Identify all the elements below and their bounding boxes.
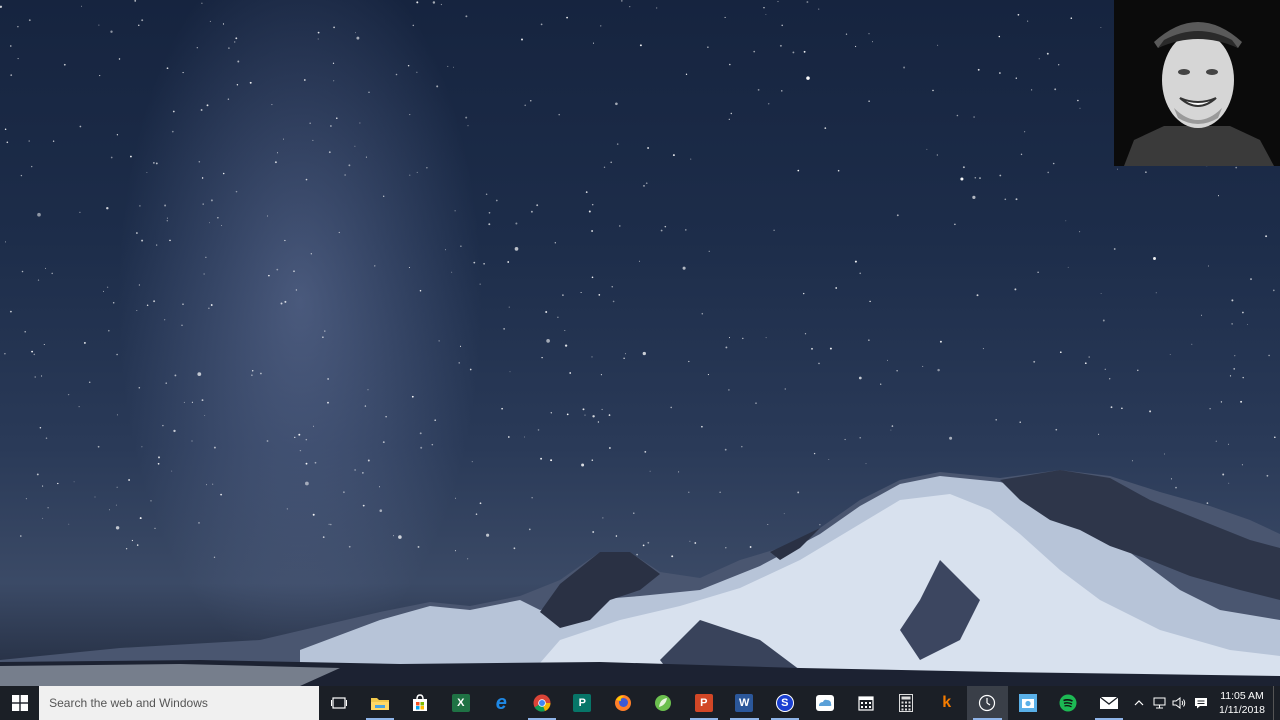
store-bag-icon [413,694,428,711]
k-app-button[interactable]: k [927,686,968,720]
system-tray: 11:05 AM 1/11/2018 [1129,686,1280,720]
search-input[interactable]: Search the web and Windows [39,686,319,720]
windows-logo-icon [11,695,28,711]
onedrive-button[interactable] [805,686,846,720]
snagit-button[interactable]: S [765,686,806,720]
calculator-icon [899,694,914,712]
edge-icon: e [495,691,507,714]
clock-date: 1/11/2018 [1219,704,1265,716]
speaker-icon [1172,697,1186,709]
clock-time: 11:05 AM [1220,690,1264,702]
taskbar-clock[interactable]: 11:05 AM 1/11/2018 [1213,689,1271,717]
task-view-icon [331,697,348,709]
network-icon [1153,697,1166,709]
photos-icon [1018,694,1037,712]
publisher-button[interactable]: P [562,686,603,720]
snagit-icon: S [775,694,794,712]
word-button[interactable]: W [724,686,765,720]
powerpoint-icon: P [694,694,713,712]
stopwatch-icon [979,694,996,712]
clock-app-button[interactable] [967,686,1008,720]
taskbar: Search the web and Windows X e P P W S k… [0,686,1280,720]
calendar-icon [858,696,874,711]
mail-envelope-icon [1099,696,1119,709]
start-button[interactable] [0,686,39,720]
firefox-button[interactable] [603,686,644,720]
notification-icon [1195,698,1207,709]
action-center-button[interactable] [1189,686,1213,720]
person-photo [1114,0,1280,166]
show-desktop-button[interactable] [1273,686,1280,720]
chrome-button[interactable] [522,686,563,720]
calendar-button[interactable] [846,686,887,720]
firefox-icon [614,695,631,711]
publisher-icon: P [573,694,592,712]
powerpoint-button[interactable]: P [684,686,725,720]
excel-button[interactable]: X [441,686,482,720]
mail-button[interactable] [1089,686,1130,720]
mountain-range [0,470,1280,686]
excel-icon: X [451,694,470,712]
webcam-overlay [1114,0,1280,166]
volume-button[interactable] [1169,686,1189,720]
word-icon: W [735,694,754,712]
cloud-icon [816,695,835,711]
search-placeholder: Search the web and Windows [49,696,208,710]
chevron-up-icon [1134,700,1144,706]
calculator-button[interactable] [886,686,927,720]
folder-icon [370,698,389,710]
task-view-button[interactable] [319,686,360,720]
file-explorer-button[interactable] [360,686,401,720]
spotify-icon [1059,694,1077,712]
green-leaf-icon [655,695,672,711]
edge-button[interactable]: e [481,686,522,720]
store-button[interactable] [400,686,441,720]
photos-button[interactable] [1008,686,1049,720]
green-app-button[interactable] [643,686,684,720]
spotify-button[interactable] [1048,686,1089,720]
k-app-icon: k [942,694,952,711]
network-button[interactable] [1149,686,1169,720]
chrome-icon [533,694,551,712]
show-hidden-icons-button[interactable] [1129,686,1149,720]
desktop-wallpaper [0,0,1280,686]
pinned-apps: X e P P W S k [319,686,1129,720]
